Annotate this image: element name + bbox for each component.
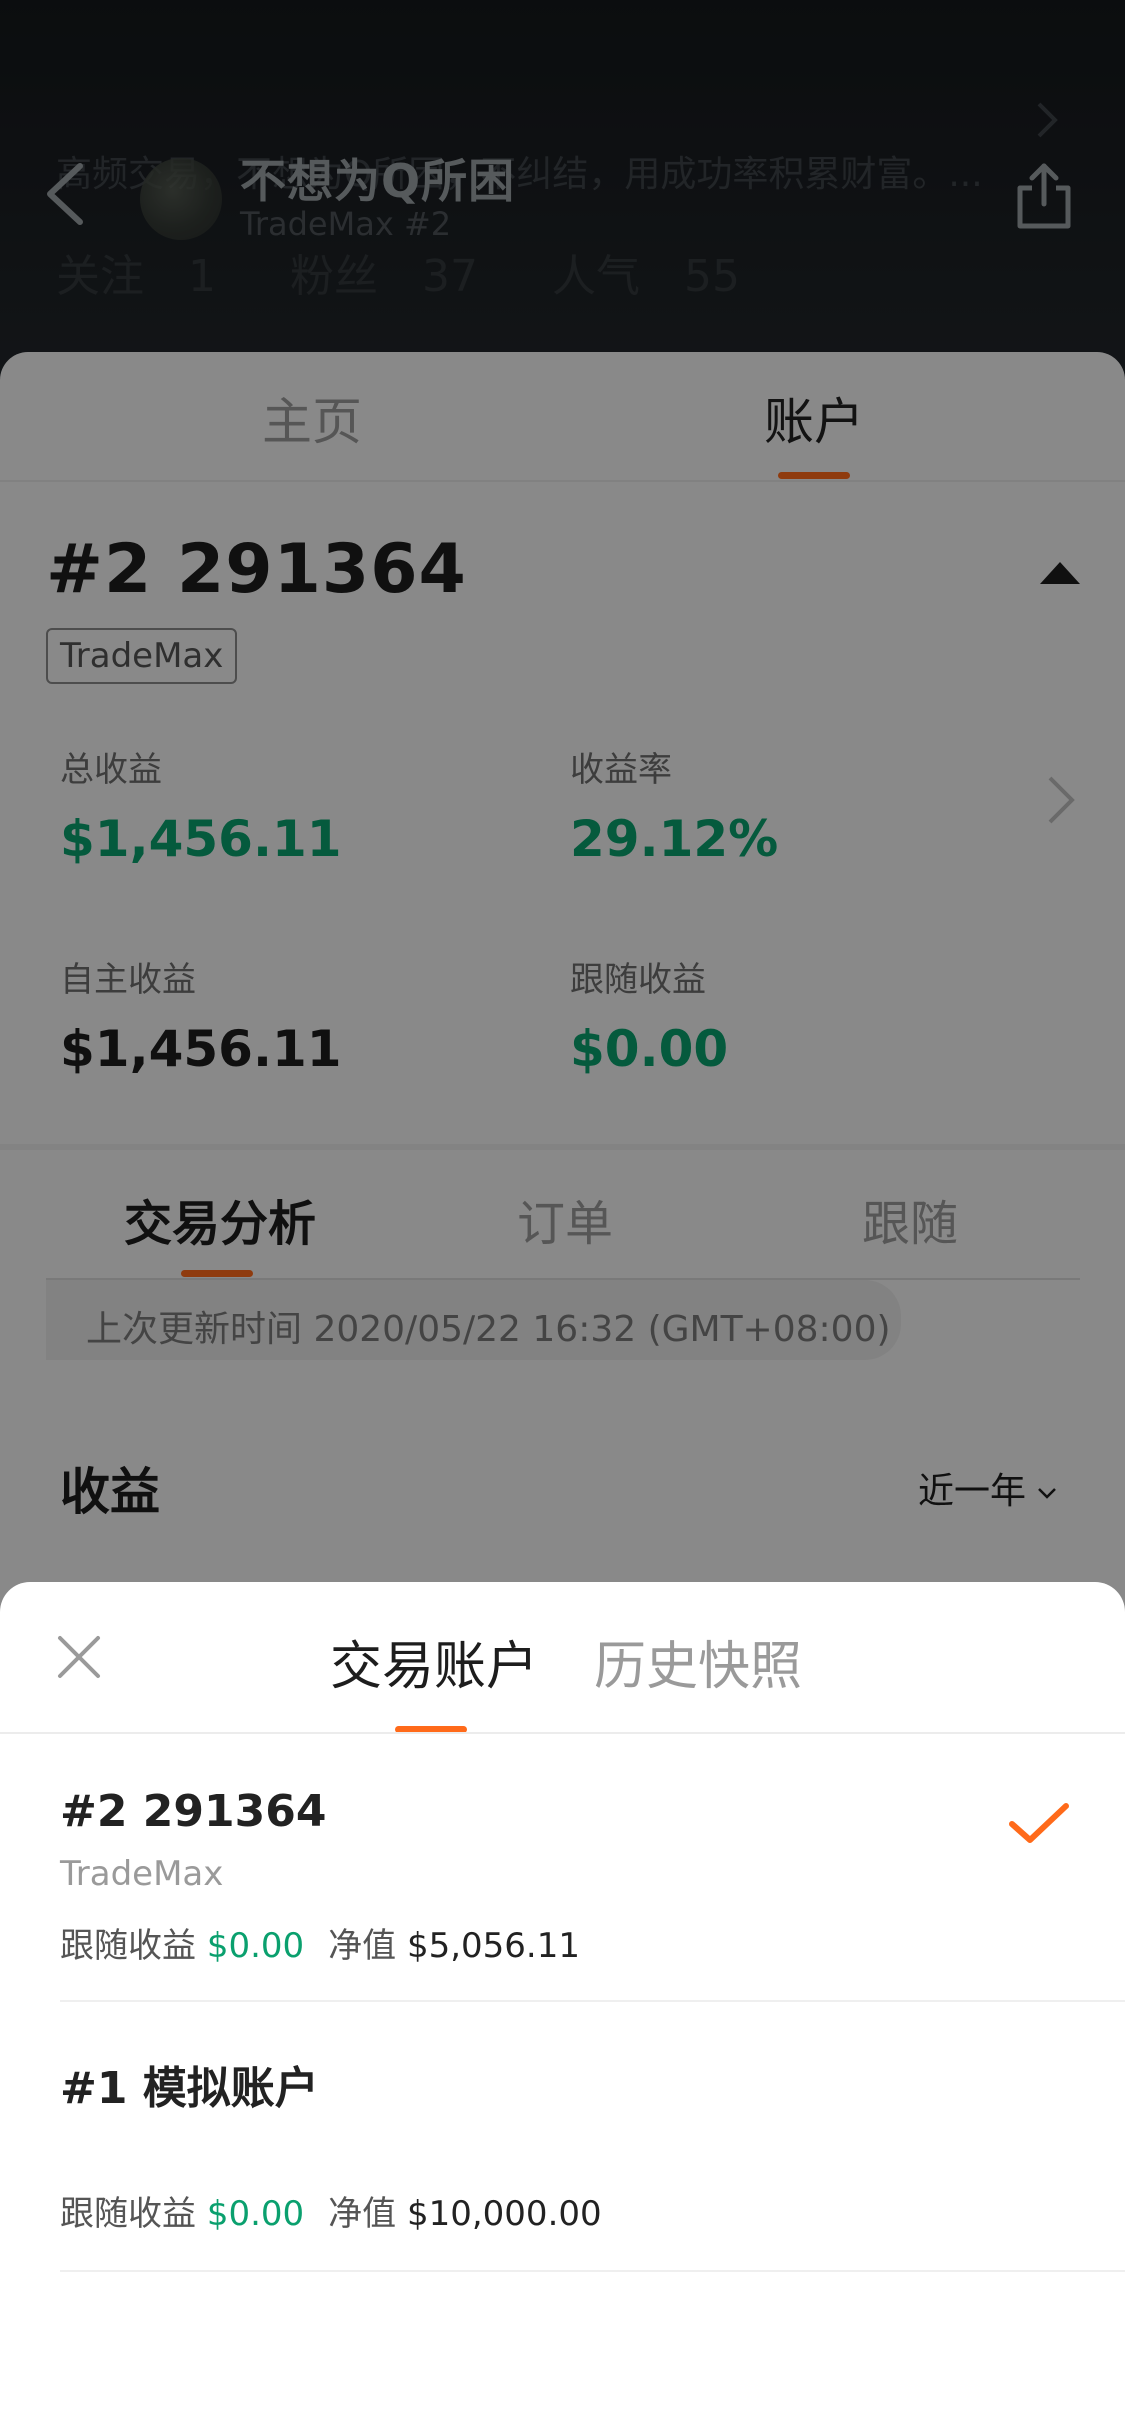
follow-value: $0.00 <box>206 1926 305 1966</box>
follow-value: $0.00 <box>206 2194 305 2234</box>
tab-trading-accounts[interactable]: 交易账户 <box>330 1624 538 1699</box>
tab-history-snapshots[interactable]: 历史快照 <box>594 1624 802 1699</box>
account-item-summary: 跟随收益 $0.00 净值 $5,056.11 <box>60 1926 581 1966</box>
check-icon <box>1009 1803 1069 1843</box>
account-list-item[interactable]: #1 模拟账户 跟随收益 $0.00 净值 $10,000.00 <box>60 2002 1125 2272</box>
account-list-item[interactable]: #2 291364 TradeMax 跟随收益 $0.00 净值 $5,056.1… <box>60 1734 1125 2002</box>
close-icon[interactable] <box>56 1634 102 1680</box>
account-switcher-sheet: 交易账户 历史快照 #2 291364 TradeMax 跟随收益 $0.00 净… <box>0 1582 1125 2436</box>
account-item-title: #1 模拟账户 <box>60 2063 319 2114</box>
account-item-platform: TradeMax <box>60 1854 224 1894</box>
account-item-summary: 跟随收益 $0.00 净值 $10,000.00 <box>60 2194 602 2234</box>
account-item-title: #2 291364 <box>60 1786 327 1837</box>
equity-value: $10,000.00 <box>406 2194 602 2234</box>
equity-value: $5,056.11 <box>406 1926 581 1966</box>
